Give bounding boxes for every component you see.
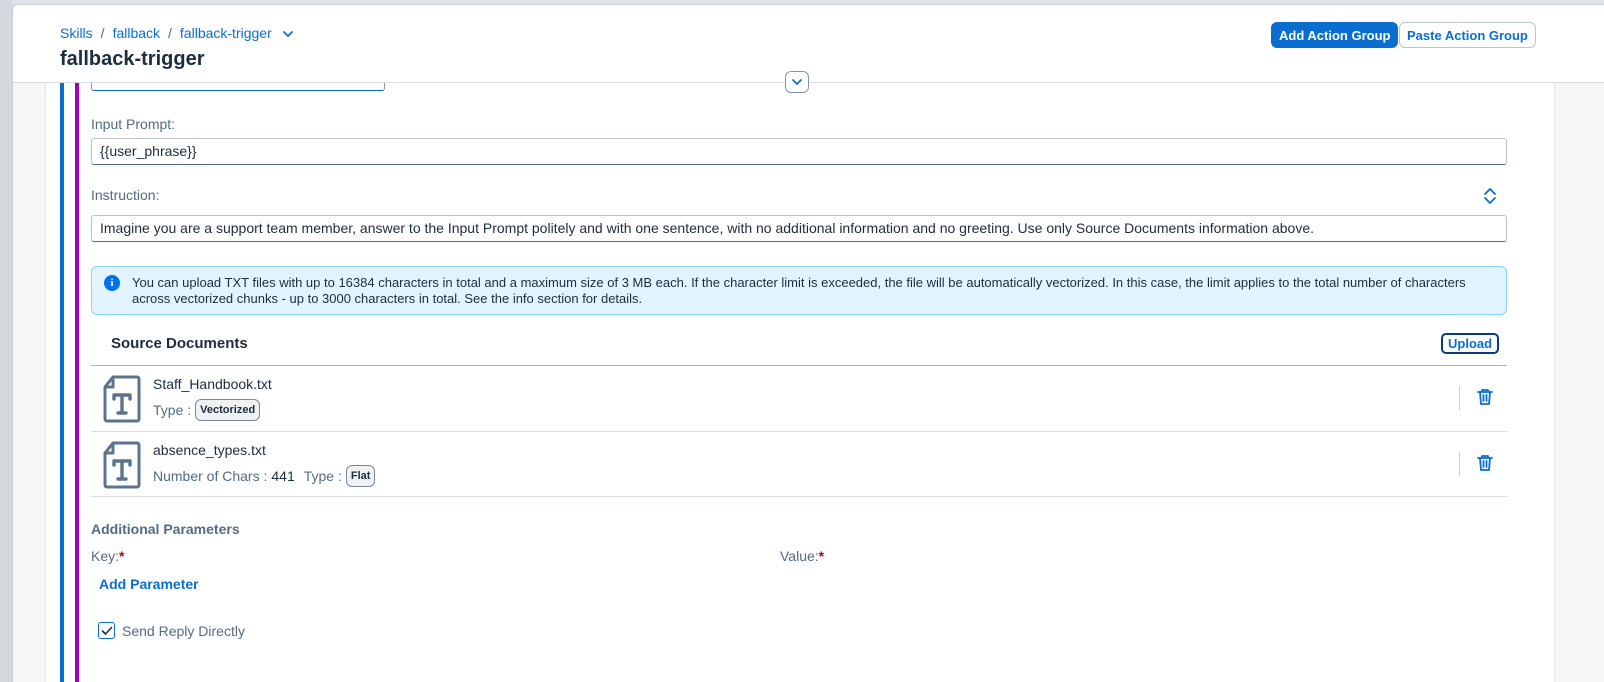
document-name: absence_types.txt [153,442,266,458]
info-message-text: You can upload TXT files with up to 1638… [132,275,1466,306]
list-item: Staff_Handbook.txt Type : Vectorized [91,366,1507,431]
key-label: Key:* [91,548,124,564]
breadcrumb-separator: / [168,25,172,41]
source-documents-title: Source Documents [111,335,248,352]
previous-field[interactable] [91,83,385,91]
action-indicator-bar [75,83,79,682]
additional-parameters-title: Additional Parameters [91,521,240,537]
breadcrumb: Skills / fallback / fallback-trigger [60,25,294,41]
list-item: absence_types.txt Number of Chars : 441 … [91,432,1507,497]
info-icon: i [104,275,120,291]
breadcrumb-separator: / [100,25,105,41]
page-header: Skills / fallback / fallback-trigger fal… [13,5,1604,83]
divider [91,496,1507,497]
value-label-text: Value: [780,548,819,564]
input-prompt-label: Input Prompt: [91,116,176,132]
document-type-badge: Flat [345,465,376,487]
required-marker: * [818,548,825,564]
document-meta: Number of Chars : 441 Type : Flat [153,465,376,487]
checkmark-icon [101,626,112,635]
key-label-text: Key: [91,548,120,564]
value-label: Value:* [780,548,824,564]
sort-icon[interactable] [1482,187,1498,205]
chars-value: 441 [271,468,295,484]
document-meta: Type : Vectorized [153,399,261,421]
action-group-indicator-bar [60,83,64,682]
type-label: Type : [303,468,342,484]
type-label: Type : [153,402,192,418]
paste-action-group-button[interactable]: Paste Action Group [1399,22,1536,48]
add-parameter-link[interactable]: Add Parameter [99,576,199,592]
input-prompt-field[interactable]: {{user_phrase}} [91,138,1507,165]
divider [1459,386,1460,410]
document-name: Staff_Handbook.txt [153,376,272,392]
trash-icon[interactable] [1477,454,1493,472]
app-frame: Skills / fallback / fallback-trigger fal… [12,4,1604,682]
document-type-badge: Vectorized [195,399,261,421]
left-window-edge [0,0,12,682]
info-message-strip: i You can upload TXT files with up to 16… [91,266,1507,315]
breadcrumb-fallback[interactable]: fallback [113,25,160,41]
collapse-header-button[interactable] [785,71,809,93]
breadcrumb-fallback-trigger[interactable]: fallback-trigger [180,25,272,41]
breadcrumb-skills[interactable]: Skills [60,25,93,41]
instruction-field[interactable]: Imagine you are a support team member, a… [91,215,1507,242]
instruction-label: Instruction: [91,187,160,203]
send-reply-label: Send Reply Directly [122,623,245,639]
chars-label: Number of Chars : [153,468,268,484]
chevron-down-icon[interactable] [282,27,294,39]
required-marker: * [119,548,125,564]
send-reply-checkbox[interactable] [98,622,115,639]
chevron-down-icon [792,79,802,85]
page-title: fallback-trigger [60,48,205,70]
upload-button[interactable]: Upload [1441,333,1500,354]
txt-file-icon [103,375,141,423]
trash-icon[interactable] [1477,388,1493,406]
txt-file-icon [103,441,141,489]
divider [1459,452,1460,476]
add-action-group-button[interactable]: Add Action Group [1271,22,1399,48]
